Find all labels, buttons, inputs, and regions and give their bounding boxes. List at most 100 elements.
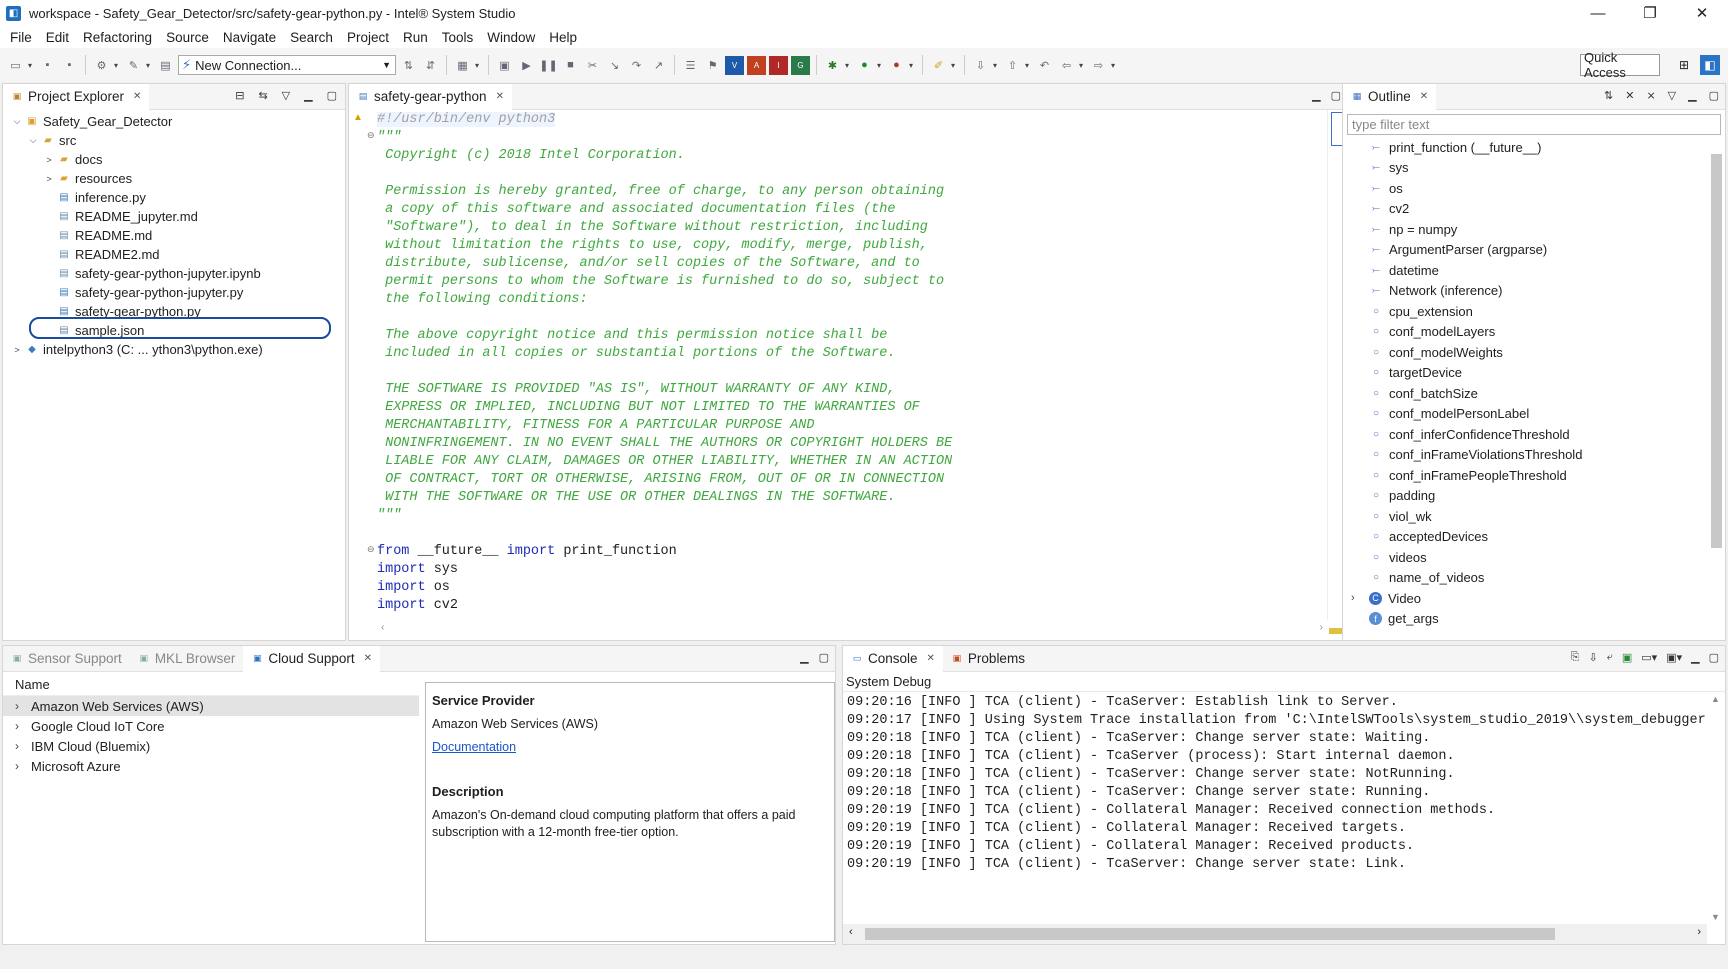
resume-icon[interactable]: ▶ (517, 56, 536, 75)
restore-button[interactable]: ❐ (1624, 0, 1676, 26)
maximize-view-icon[interactable]: ▢ (1331, 89, 1341, 102)
outline-filter-input[interactable]: type filter text (1347, 114, 1721, 135)
fold-icon[interactable]: ⊖ (367, 544, 375, 555)
disconnect-debug-icon[interactable]: ✂ (583, 56, 602, 75)
outline-item[interactable]: f get_args (1343, 609, 1725, 630)
minimize-view-icon[interactable]: ▁ (1312, 89, 1320, 102)
console-output[interactable]: 09:20:16 [INFO ] TCA (client) - TcaServe… (847, 694, 1705, 924)
suspend-icon[interactable]: ❚❚ (539, 56, 558, 75)
new-dropdown-icon[interactable]: ▾ (28, 61, 35, 70)
provider-row[interactable]: › Google Cloud IoT Core (3, 716, 419, 736)
save-icon[interactable]: ▪ (38, 56, 57, 75)
minimize-view-icon[interactable]: ▁ (1691, 651, 1699, 664)
tree-item[interactable]: ▤ README2.md (3, 245, 345, 264)
sort-icon[interactable]: ⇅ (1604, 89, 1613, 102)
graphics-icon[interactable]: G (791, 55, 810, 75)
marker-dropdown-icon[interactable]: ▾ (951, 61, 958, 70)
code-area[interactable]: #!/usr/bin/env python3 """ Copyright (c) … (377, 110, 1327, 620)
close-icon[interactable]: ✕ (133, 91, 141, 102)
outline-item[interactable]: ○ conf_batchSize (1343, 383, 1725, 404)
expand-toggle-icon[interactable]: › (15, 719, 31, 733)
maximize-view-icon[interactable]: ▢ (819, 651, 829, 664)
back-dropdown-icon[interactable]: ▾ (1079, 61, 1086, 70)
hide-nonpublic-icon[interactable]: ⨯ (1646, 89, 1655, 102)
outline-item[interactable]: › C Video (1343, 588, 1725, 609)
scrollbar-thumb[interactable] (865, 928, 1555, 940)
debug-icon[interactable]: ✱ (823, 56, 842, 75)
tab-console[interactable]: ▭ Console ✕ (843, 645, 943, 672)
external-tools-icon[interactable]: ● (887, 56, 906, 75)
menu-source[interactable]: Source (159, 30, 216, 45)
menu-search[interactable]: Search (283, 30, 340, 45)
tab-problems[interactable]: ▣ Problems (943, 646, 1033, 672)
open-perspective-icon[interactable]: ⊞ (1674, 55, 1694, 75)
next-annotation-icon[interactable]: ⇩ (971, 56, 990, 75)
documentation-link[interactable]: Documentation (432, 740, 516, 754)
save-all-icon[interactable]: ▪ (60, 56, 79, 75)
tree-item[interactable]: ▤ README.md (3, 226, 345, 245)
link-editor-icon[interactable]: ⇆ (258, 89, 267, 102)
tree-item[interactable]: ▤ README_jupyter.md (3, 207, 345, 226)
launch-icon[interactable]: ▦ (453, 56, 472, 75)
outline-item[interactable]: ○ videos (1343, 547, 1725, 568)
terminal-icon[interactable]: ▤ (156, 56, 175, 75)
view-menu-icon[interactable]: ▽ (282, 89, 290, 102)
tab-editor-file[interactable]: ▤ safety-gear-python ✕ (349, 83, 512, 110)
provider-row[interactable]: › IBM Cloud (Bluemix) (3, 736, 419, 756)
outline-vertical-scrollbar[interactable] (1707, 136, 1725, 640)
open-console-icon[interactable]: ▣▾ (1666, 651, 1682, 664)
scroll-lock-icon[interactable]: ⇩ (1588, 651, 1597, 664)
minimize-button[interactable]: — (1572, 0, 1624, 26)
debug-dropdown-icon[interactable]: ▾ (845, 61, 852, 70)
tree-item[interactable]: > ▰ docs (3, 150, 345, 169)
tree-item[interactable]: > ◆ intelpython3 (C: ... ython3\python.exe… (3, 340, 345, 359)
tree-item[interactable]: > ▰ resources (3, 169, 345, 188)
close-button[interactable]: ✕ (1676, 0, 1728, 26)
prev-annotation-dropdown-icon[interactable]: ▾ (1025, 61, 1032, 70)
prev-annotation-icon[interactable]: ⇧ (1003, 56, 1022, 75)
outline-item[interactable]: ○ targetDevice (1343, 363, 1725, 384)
trace-icon[interactable]: ⚑ (703, 56, 722, 75)
provider-row[interactable]: › Microsoft Azure (3, 756, 419, 776)
external-tools-dropdown-icon[interactable]: ▾ (909, 61, 916, 70)
close-icon[interactable]: ✕ (496, 91, 504, 102)
menu-tools[interactable]: Tools (435, 30, 481, 45)
tab-sensor-support[interactable]: ▣ Sensor Support (3, 646, 130, 672)
tree-item[interactable]: ⌵ ▰ src (3, 131, 345, 150)
expand-toggle-icon[interactable]: › (1351, 592, 1369, 604)
back-icon[interactable]: ⇦ (1057, 56, 1076, 75)
tab-mkl-browser[interactable]: ▣ MKL Browser (130, 646, 244, 672)
editor-horizontal-scrollbar[interactable]: ‹ › (377, 620, 1327, 640)
hide-fields-icon[interactable]: ✕ (1625, 89, 1634, 102)
forward-dropdown-icon[interactable]: ▾ (1111, 61, 1118, 70)
run-icon[interactable]: ● (855, 56, 874, 75)
disconnect-icon[interactable]: ⇵ (421, 56, 440, 75)
outline-item[interactable]: ○ conf_modelWeights (1343, 342, 1725, 363)
outline-item[interactable]: ⤚ np = numpy (1343, 219, 1725, 240)
step-into-icon[interactable]: ↘ (605, 56, 624, 75)
outline-item[interactable]: ⤚ datetime (1343, 260, 1725, 281)
menu-window[interactable]: Window (480, 30, 542, 45)
expand-toggle-icon[interactable]: > (41, 155, 57, 165)
last-edit-icon[interactable]: ↶ (1035, 56, 1054, 75)
column-header-name[interactable]: Name (3, 674, 419, 696)
console-horizontal-scrollbar[interactable]: ‹ › (843, 924, 1707, 944)
maximize-view-icon[interactable]: ▢ (327, 89, 337, 102)
tree-item[interactable]: ▤ inference.py (3, 188, 345, 207)
expand-toggle-icon[interactable]: > (9, 345, 25, 355)
minimize-view-icon[interactable]: ▁ (800, 651, 808, 664)
vtune-icon[interactable]: V (725, 55, 744, 75)
expand-toggle-icon[interactable]: ⌵ (9, 116, 25, 127)
console-vertical-scrollbar[interactable]: ▲ ▼ (1707, 694, 1725, 924)
menu-edit[interactable]: Edit (39, 30, 76, 45)
tab-project-explorer[interactable]: ▣ Project Explorer ✕ (3, 83, 150, 110)
perspective-icon[interactable]: ◧ (1700, 55, 1720, 75)
scroll-down-icon[interactable]: ▼ (1711, 912, 1720, 922)
outline-item[interactable]: ○ viol_wk (1343, 506, 1725, 527)
close-icon[interactable]: ✕ (364, 653, 372, 664)
close-icon[interactable]: ✕ (1420, 91, 1428, 102)
maximize-view-icon[interactable]: ▢ (1709, 89, 1719, 102)
collapse-all-icon[interactable]: ⊟ (235, 89, 244, 102)
view-menu-icon[interactable]: ▽ (1668, 89, 1676, 102)
tool-icon[interactable]: ✎ (124, 56, 143, 75)
